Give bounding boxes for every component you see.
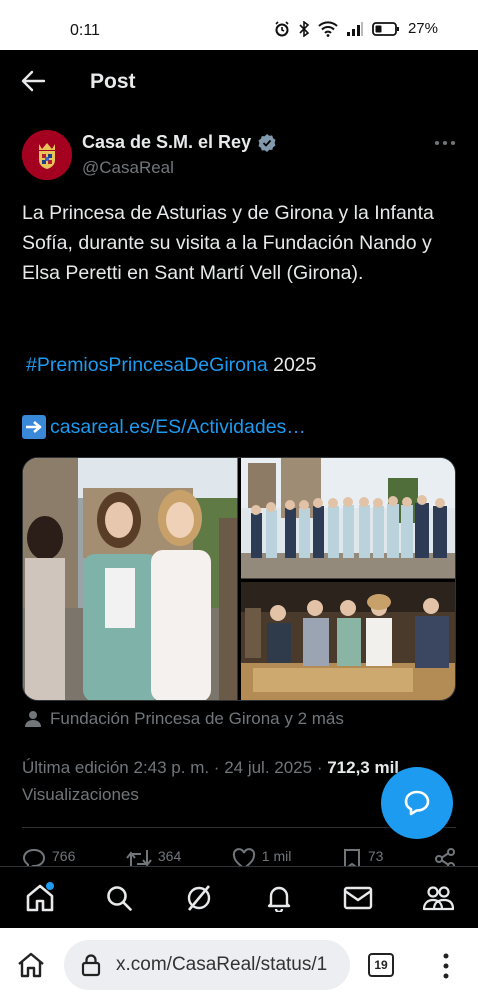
browser-menu-icon[interactable] xyxy=(436,952,456,980)
tweet-text: La Princesa de Asturias y de Girona y la… xyxy=(22,202,434,284)
nav-search[interactable] xyxy=(99,878,139,918)
edited-timestamp[interactable]: Última edición 2:43 p. m. · 24 jul. 2025… xyxy=(22,758,327,777)
tabs-button[interactable]: 19 xyxy=(368,953,394,977)
grok-icon xyxy=(187,884,211,911)
author-name-text: Casa de S.M. el Rey xyxy=(82,132,252,152)
url-text: x.com/CasaReal/status/1 xyxy=(116,954,328,975)
external-link[interactable]: casareal.es/ES/Actividades… xyxy=(50,412,306,442)
reply-button[interactable]: 766 xyxy=(22,845,75,867)
views-label: Visualizaciones xyxy=(22,785,139,804)
more-options-icon[interactable] xyxy=(434,138,456,148)
bottom-navigation xyxy=(0,866,478,928)
hashtag-year: 2025 xyxy=(273,354,317,376)
notifications-icon xyxy=(267,886,290,912)
share-button[interactable] xyxy=(434,845,456,867)
search-icon xyxy=(107,885,133,911)
system-status-bar: 0:11 27% xyxy=(0,0,478,50)
back-arrow-icon[interactable] xyxy=(20,68,46,94)
battery-level: 27% xyxy=(407,20,438,37)
royal-crest-icon xyxy=(22,130,72,180)
nav-grok[interactable] xyxy=(179,878,219,918)
unread-dot xyxy=(45,881,54,890)
wifi-icon xyxy=(318,20,338,37)
browser-toolbar: x.com/CasaReal/status/1 19 xyxy=(0,928,478,1000)
heart-icon xyxy=(232,848,255,867)
verified-badge-icon xyxy=(258,133,276,152)
photo-princesses[interactable] xyxy=(23,458,238,701)
battery-icon xyxy=(372,21,399,36)
link-line: casareal.es/ES/Actividades… xyxy=(22,412,306,442)
post-header: Post xyxy=(0,50,478,112)
nav-home[interactable] xyxy=(20,878,60,918)
messages-icon xyxy=(344,886,373,909)
browser-home-icon[interactable] xyxy=(16,950,46,980)
right-arrow-emoji-icon xyxy=(22,415,46,439)
hashtag-line: #PremiosPrincesaDeGirona 2025 xyxy=(26,350,317,380)
alarm-icon xyxy=(275,20,289,36)
chat-bubble-icon xyxy=(404,790,430,816)
bluetooth-icon xyxy=(299,20,310,37)
photo-museum[interactable] xyxy=(241,582,456,701)
person-icon xyxy=(25,711,41,727)
repost-button[interactable]: 364 xyxy=(126,845,181,867)
signal-icon xyxy=(346,21,363,36)
media-gallery[interactable] xyxy=(22,457,456,701)
status-time: 0:11 xyxy=(70,22,100,39)
like-button[interactable]: 1 mil xyxy=(232,845,291,867)
hashtag-link[interactable]: #PremiosPrincesaDeGirona xyxy=(26,354,268,376)
nav-communities[interactable] xyxy=(418,878,458,918)
repost-icon xyxy=(126,850,152,867)
reply-icon xyxy=(22,848,46,867)
views-count: 712,3 mil xyxy=(327,758,400,777)
bookmark-button[interactable]: 73 xyxy=(342,845,383,867)
author-name[interactable]: Casa de S.M. el Rey xyxy=(82,132,277,153)
tweet-author: Casa de S.M. el Rey @CasaReal xyxy=(22,130,458,186)
author-handle[interactable]: @CasaReal xyxy=(82,158,174,178)
avatar[interactable] xyxy=(22,130,72,180)
tab-count: 19 xyxy=(374,958,388,972)
status-icons: 27% xyxy=(274,20,438,37)
bookmark-icon xyxy=(343,849,360,867)
nav-notifications[interactable] xyxy=(259,878,299,918)
compose-reply-button[interactable] xyxy=(381,767,453,839)
action-bar: 766 364 1 mil 73 xyxy=(22,845,456,867)
photo-group[interactable] xyxy=(241,458,456,579)
page-title: Post xyxy=(90,70,136,93)
nav-messages[interactable] xyxy=(338,878,378,918)
tagged-users[interactable]: Fundación Princesa de Girona y 2 más xyxy=(24,709,344,729)
tagged-text: Fundación Princesa de Girona y 2 más xyxy=(50,709,344,728)
communities-icon xyxy=(423,885,455,910)
share-icon xyxy=(434,848,455,867)
lock-icon xyxy=(81,954,101,977)
address-bar[interactable]: x.com/CasaReal/status/1 xyxy=(64,940,350,990)
